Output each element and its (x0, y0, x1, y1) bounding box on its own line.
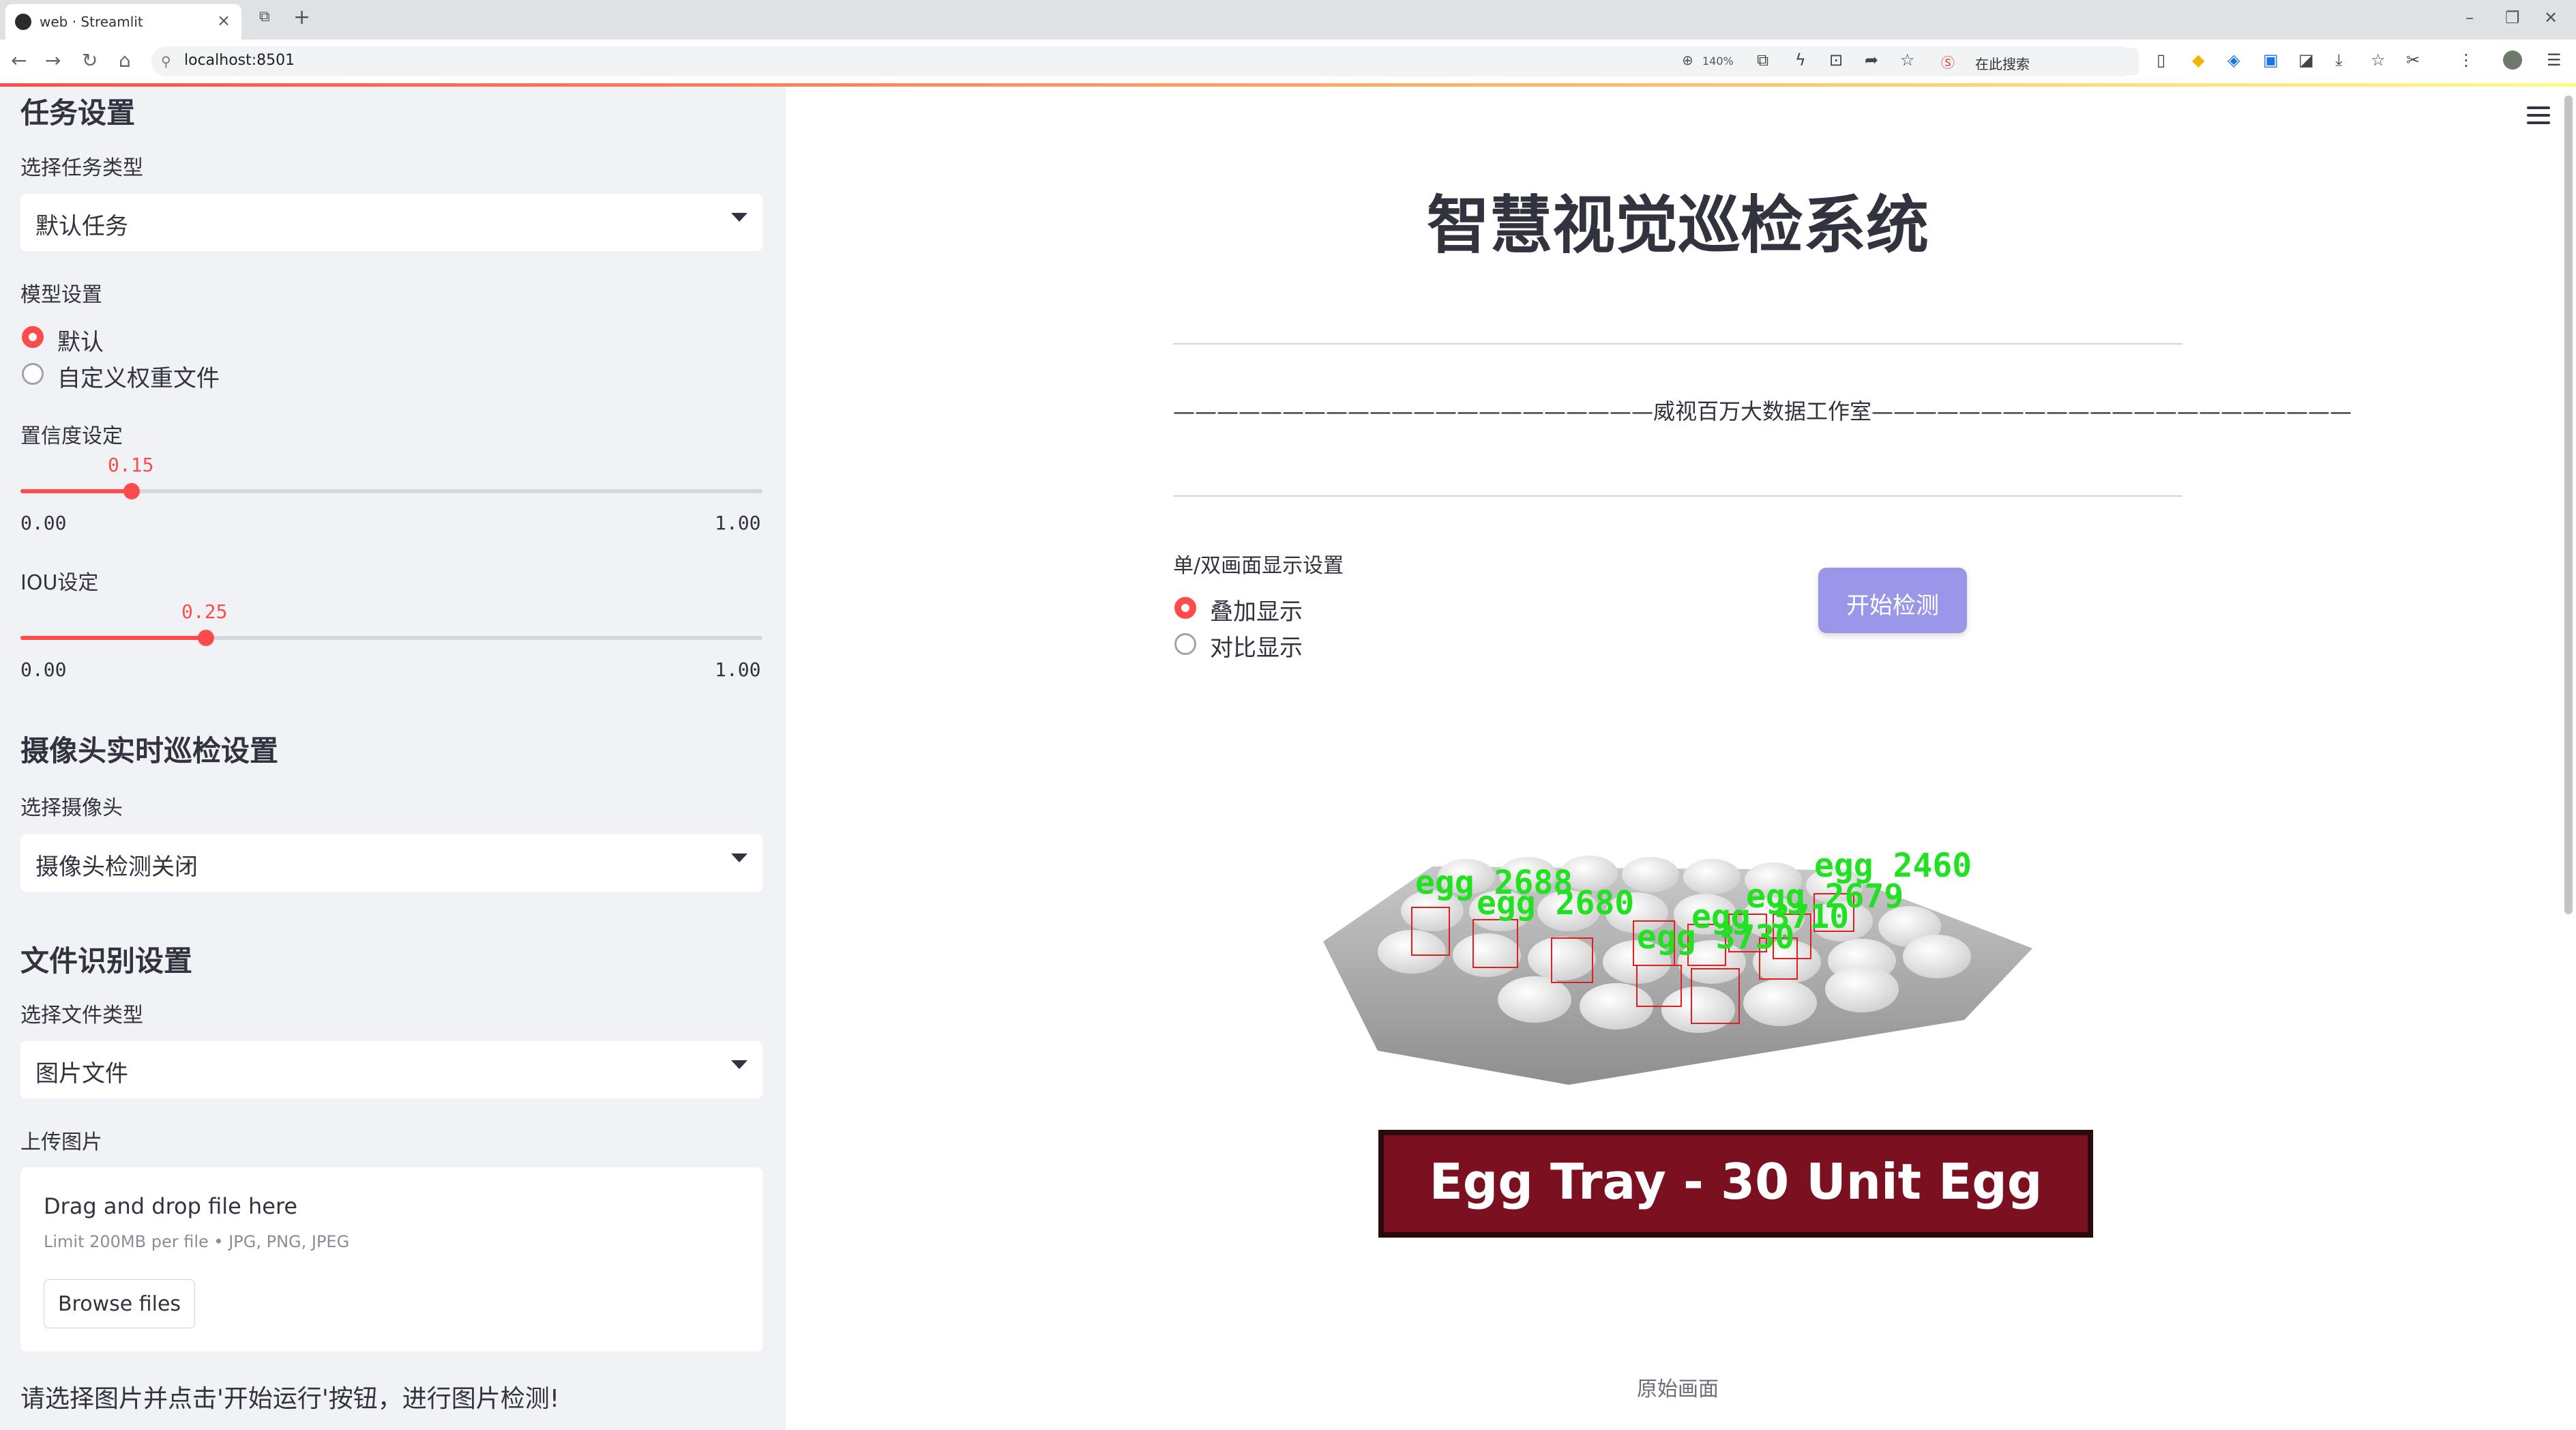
search-engine-icon: Ⓢ (1941, 55, 1955, 71)
model-radio-default[interactable] (22, 326, 44, 348)
browser-tab[interactable]: web · Streamlit × (5, 4, 241, 40)
reader-mode-icon[interactable]: ▯ (2157, 50, 2165, 70)
confidence-value: 0.15 (108, 454, 154, 476)
browser-settings-icon[interactable]: ☰ (2547, 50, 2562, 70)
browser-tab-bar: web · Streamlit × ⧉ + – ❐ ✕ (0, 0, 2576, 40)
scrollbar[interactable] (2564, 96, 2573, 914)
hamburger-menu-icon[interactable] (2527, 106, 2551, 127)
detection-label: egg 2680 (1477, 884, 1634, 922)
browse-files-label: Browse files (57, 1292, 181, 1316)
file-settings-heading: 文件识别设置 (20, 944, 193, 978)
profile-avatar[interactable] (2503, 50, 2522, 70)
start-detection-label: 开始检测 (1846, 592, 1939, 619)
extension-1-icon[interactable]: ◆ (2192, 50, 2204, 70)
confidence-label: 置信度设定 (20, 424, 123, 448)
scissors-icon[interactable]: ✂ (2406, 50, 2420, 70)
file-type-value: 图片文件 (35, 1060, 128, 1088)
chevron-down-icon (731, 1060, 747, 1069)
upload-limit-text: Limit 200MB per file • JPG, PNG, JPEG (44, 1232, 350, 1251)
browse-files-button[interactable]: Browse files (44, 1279, 195, 1328)
upload-hint-text: 请选择图片并点击'开始运行'按钮，进行图片检测! (20, 1385, 560, 1413)
confidence-slider-fill (20, 489, 132, 493)
iou-slider-fill (20, 636, 206, 640)
divider-top (1173, 343, 2182, 345)
share-icon[interactable]: ➦ (1865, 50, 1878, 70)
camera-select[interactable]: 摄像头检测关闭 (20, 834, 763, 892)
minimize-icon[interactable]: – (2466, 8, 2474, 27)
iou-slider[interactable] (20, 630, 763, 646)
tab-title: web · Streamlit (40, 14, 143, 30)
extension-3-icon[interactable]: ▣ (2263, 50, 2279, 70)
favorites-icon[interactable]: ☆ (2371, 50, 2386, 70)
browser-menu-icon[interactable]: ⋮ (2458, 50, 2474, 70)
model-radio-custom[interactable] (22, 363, 44, 385)
translate-icon[interactable]: ⧉ (1757, 50, 1768, 70)
file-uploader-dropzone[interactable]: Drag and drop file here Limit 200MB per … (20, 1167, 763, 1352)
studio-banner-text: ——————————————————————威视百万大数据工作室————————… (1173, 398, 2352, 424)
camera-select-value: 摄像头检测关闭 (35, 853, 198, 881)
upload-label: 上传图片 (20, 1130, 102, 1154)
confidence-min: 0.00 (20, 512, 67, 534)
model-option-default[interactable]: 默认 (57, 323, 104, 357)
display-radio-compare[interactable] (1174, 633, 1196, 655)
back-icon[interactable]: ← (11, 49, 27, 72)
extension-4-icon[interactable]: ◪ (2298, 50, 2314, 70)
browser-search-placeholder: 在此搜索 (1975, 56, 2030, 72)
extension-2-icon[interactable]: ◈ (2227, 50, 2240, 70)
task-type-value: 默认任务 (35, 213, 128, 240)
file-type-select[interactable]: 图片文件 (20, 1041, 763, 1098)
close-window-icon[interactable]: ✕ (2544, 8, 2558, 27)
task-settings-heading: 任务设置 (20, 96, 136, 130)
display-option-overlay[interactable]: 叠加显示 (1210, 593, 1303, 626)
camera-select-label: 选择摄像头 (20, 796, 123, 820)
restore-icon[interactable]: ❐ (2505, 8, 2520, 27)
upload-dropzone-title: Drag and drop file here (44, 1193, 298, 1219)
chevron-down-icon (731, 853, 747, 862)
confidence-slider[interactable] (20, 483, 763, 499)
camera-settings-heading: 摄像头实时巡检设置 (20, 734, 279, 768)
reload-icon[interactable]: ↻ (82, 49, 98, 72)
page-title: 智慧视觉巡检系统 (1426, 189, 1929, 262)
start-detection-button[interactable]: 开始检测 (1818, 568, 1967, 633)
tab-close-icon[interactable]: × (217, 11, 231, 30)
banner-text: Egg Tray - 30 Unit Egg (1430, 1153, 2043, 1210)
image-caption: 原始画面 (1637, 1377, 1719, 1401)
divider-bottom (1173, 495, 2182, 497)
home-icon[interactable]: ⌂ (119, 49, 131, 72)
iou-slider-thumb[interactable] (198, 630, 214, 646)
detection-result-image: egg 2688 egg 2460 egg 2679 egg 3710 egg … (1323, 847, 2093, 1238)
site-info-icon[interactable]: ⚲ (161, 53, 171, 70)
browser-search-field[interactable]: Ⓢ (1934, 48, 2139, 75)
url-text: localhost:8501 (184, 52, 295, 69)
iou-min: 0.00 (20, 658, 67, 681)
lightning-icon[interactable]: ϟ (1795, 50, 1806, 70)
detection-label: egg 3730 (1637, 918, 1794, 957)
new-tab-icon[interactable]: + (293, 5, 310, 29)
tab-search-icon[interactable]: ⧉ (259, 8, 270, 25)
iou-max: 1.00 (715, 658, 761, 681)
task-type-label: 选择任务类型 (20, 156, 143, 180)
downloads-icon[interactable]: ⤓ (2335, 50, 2343, 70)
zoom-level[interactable]: 140% (1702, 55, 1734, 68)
chevron-down-icon (731, 213, 747, 222)
zoom-icon[interactable]: ⊕ (1682, 52, 1693, 68)
file-type-label: 选择文件类型 (20, 1004, 143, 1027)
model-settings-label: 模型设置 (20, 283, 102, 307)
iou-value: 0.25 (181, 600, 228, 623)
display-option-compare[interactable]: 对比显示 (1210, 629, 1303, 662)
bookmark-star-icon[interactable]: ☆ (1900, 50, 1915, 70)
streamlit-favicon-icon (15, 14, 31, 30)
confidence-slider-thumb[interactable] (123, 483, 140, 499)
task-type-select[interactable]: 默认任务 (20, 194, 763, 251)
screenshot-icon[interactable]: ⊡ (1829, 50, 1843, 70)
display-radio-overlay[interactable] (1174, 597, 1196, 619)
confidence-max: 1.00 (715, 512, 761, 534)
model-option-custom[interactable]: 自定义权重文件 (57, 360, 220, 393)
display-mode-label: 单/双画面显示设置 (1173, 554, 1344, 578)
iou-label: IOU设定 (20, 571, 99, 595)
forward-icon[interactable]: → (45, 49, 61, 72)
